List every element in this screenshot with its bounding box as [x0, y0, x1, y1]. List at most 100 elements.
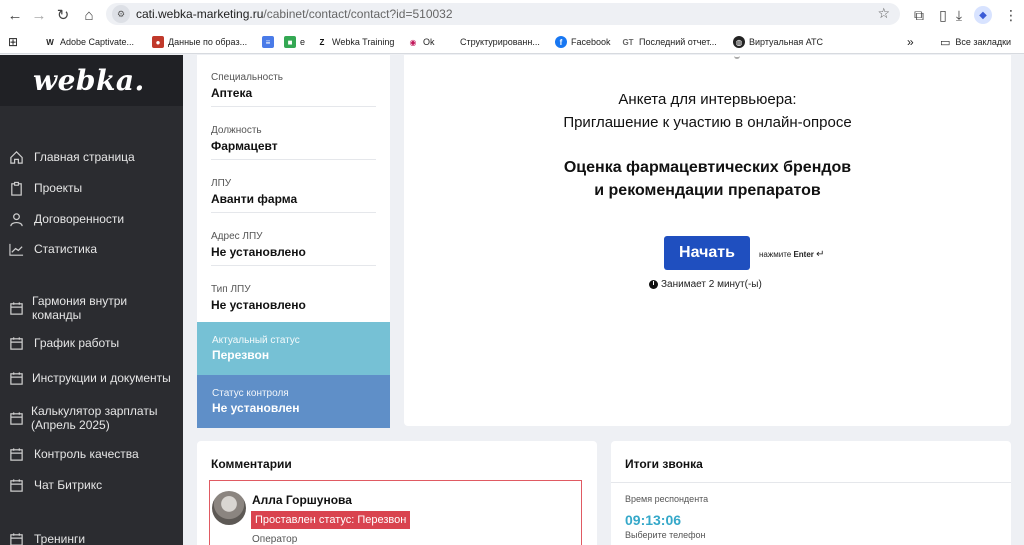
zoom-logo-icon: Z: [316, 36, 328, 48]
bookmark-item[interactable]: ≡: [262, 34, 278, 50]
calendar-icon: [8, 335, 24, 351]
field-value: Не установлено: [211, 245, 306, 259]
bookmark-item[interactable]: Z Webka Training: [316, 34, 394, 50]
sidebar-item-bitrix-chat[interactable]: Чат Битрикс: [0, 477, 183, 493]
user-icon: [8, 211, 24, 227]
bookmark-label: Виртуальная АТС: [749, 37, 824, 47]
sidebar-item-label: Контроль качества: [34, 447, 139, 461]
bookmark-item[interactable]: ◍ Виртуальная АТС: [733, 34, 823, 50]
status-label: Актуальный статус: [212, 335, 300, 346]
field-specialty: Специальность Аптека: [211, 55, 376, 107]
field-lpu-type: Тип ЛПУ Не установлено: [211, 267, 376, 319]
sidebar-item-home[interactable]: Главная страница: [0, 149, 183, 165]
bookmark-item[interactable]: f Facebook: [555, 34, 611, 50]
apps-grid-icon[interactable]: ⊞: [8, 34, 18, 50]
bookmark-item[interactable]: W Adobe Captivate...: [44, 34, 134, 50]
field-value: Аванти фарма: [211, 192, 298, 206]
extensions-icon[interactable]: ⧉: [908, 4, 930, 26]
clipboard-icon: [8, 180, 24, 196]
sidebar-item-salary-calculator[interactable]: Калькулятор зарплаты (Апрель 2025): [0, 403, 183, 433]
field-label: ЛПУ: [211, 178, 232, 189]
site-favicon-icon: ●: [152, 36, 164, 48]
phone-select-label[interactable]: Выберите телефон: [625, 530, 705, 540]
all-bookmarks-folder[interactable]: ▭ Все закладки: [940, 34, 1011, 50]
docs-icon: ≡: [262, 36, 274, 48]
clock-icon: [649, 280, 658, 289]
comment-author-role: Оператор: [252, 534, 298, 545]
current-status-block[interactable]: Актуальный статус Перезвон: [197, 322, 390, 375]
chart-icon: [8, 241, 24, 257]
bookmark-item[interactable]: ■ е: [284, 34, 305, 50]
sidebar-item-agreements[interactable]: Договоренности: [0, 211, 183, 227]
sidebar-item-trainings[interactable]: Тренинги: [0, 531, 183, 545]
sidebar-item-label: График работы: [34, 336, 120, 350]
contact-info-panel: Специальность Аптека Должность Фармацевт…: [197, 55, 390, 428]
all-bookmarks-label: Все закладки: [955, 37, 1012, 47]
call-results-panel: Итоги звонка Время респондента 09:13:06 …: [611, 441, 1011, 545]
status-badge: Проставлен статус: Перезвон: [251, 511, 411, 529]
bookmarks-bar: ⊞ W Adobe Captivate... ● Данные по образ..…: [0, 30, 1024, 54]
sidebar-item-team-harmony[interactable]: Гармония внутри команды: [0, 293, 183, 323]
bookmark-star-icon[interactable]: ☆: [877, 5, 890, 22]
sidebar-item-quality-control[interactable]: Контроль качества: [0, 446, 183, 462]
facebook-icon: f: [555, 36, 567, 48]
divider: [611, 482, 1011, 483]
sidebar-item-statistics[interactable]: Статистика: [0, 241, 183, 257]
field-label: Тип ЛПУ: [211, 284, 251, 295]
bookmark-label: е: [300, 37, 306, 47]
survey-heading-line2: и рекомендации препаратов: [594, 182, 821, 199]
bookmark-label: Ok: [423, 37, 435, 47]
gtmetrix-icon: GT: [621, 36, 635, 48]
start-survey-button[interactable]: Начать: [664, 236, 750, 270]
sidebar-item-label: Калькулятор зарплаты (Апрель 2025): [31, 404, 158, 432]
calendar-icon: [8, 370, 24, 386]
control-status-block[interactable]: Статус контроля Не установлен: [197, 375, 390, 428]
menu-kebab-icon[interactable]: ⋮: [1000, 4, 1022, 26]
back-arrow-icon[interactable]: ←: [4, 4, 26, 26]
address-bar[interactable]: ⚙ cati.webka-marketing.ru/cabinet/contac…: [106, 3, 900, 25]
home-icon[interactable]: ⌂: [78, 4, 100, 26]
status-label: Статус контроля: [212, 388, 289, 399]
download-icon[interactable]: ⤓: [948, 4, 970, 26]
more-bookmarks-button[interactable]: »: [907, 34, 914, 50]
bookmark-item[interactable]: ● Данные по образ...: [152, 34, 247, 50]
calendar-icon: [8, 477, 24, 493]
forward-arrow-icon[interactable]: →: [28, 4, 50, 26]
profile-avatar[interactable]: ◆: [974, 6, 992, 24]
sidebar-item-label: Тренинги: [34, 532, 86, 545]
field-position: Должность Фармацевт: [211, 108, 376, 160]
field-lpu: ЛПУ Аванти фарма: [211, 161, 376, 213]
bookmark-label: Webka Training: [332, 37, 395, 47]
comments-title: Комментарии: [211, 457, 292, 471]
sidebar: webka. Главная страница Проекты Договоре…: [0, 55, 183, 545]
wikipedia-icon: W: [44, 36, 56, 48]
bookmark-item[interactable]: ◉ Ok: [407, 34, 435, 50]
browser-toolbar: ← → ↻ ⌂ ⚙ cati.webka-marketing.ru/cabine…: [0, 0, 1024, 30]
respondent-time-value: 09:13:06: [625, 512, 682, 528]
bookmark-item[interactable]: GT Последний отчет...: [621, 34, 717, 50]
bookmark-item[interactable]: Структурированн...: [460, 34, 540, 50]
site-info-icon[interactable]: ⚙: [112, 5, 130, 23]
sidebar-item-schedule[interactable]: График работы: [0, 335, 183, 351]
sidebar-item-instructions[interactable]: Инструкции и документы: [0, 363, 183, 393]
reload-icon[interactable]: ↻: [52, 4, 74, 26]
calendar-icon: [8, 300, 24, 316]
enter-hint: нажмите Enter ↵: [759, 249, 825, 260]
status-value: Не установлен: [212, 401, 300, 415]
field-label: Специальность: [211, 72, 283, 83]
respondent-time-label: Время респондента: [625, 494, 709, 504]
url-text: cati.webka-marketing.ru/cabinet/contact/…: [136, 7, 453, 21]
sidebar-item-projects[interactable]: Проекты: [0, 180, 183, 196]
webka-logo[interactable]: webka.: [33, 64, 145, 97]
sidebar-item-label: Статистика: [34, 242, 98, 256]
sidebar-item-label: Чат Битрикс: [34, 478, 103, 492]
field-value: Не установлено: [211, 298, 306, 312]
field-label: Должность: [211, 125, 262, 136]
sidebar-item-label: Гармония внутри команды: [32, 294, 128, 322]
call-results-title: Итоги звонка: [625, 457, 703, 471]
folder-icon: ▭: [940, 36, 951, 49]
survey-panel: Анкета для интервьюера: Приглашение к уч…: [404, 55, 1011, 426]
enter-key-label: Enter: [793, 250, 814, 259]
comment-author: Алла Горшунова: [252, 493, 352, 507]
bookmark-label: Последний отчет...: [639, 37, 717, 47]
